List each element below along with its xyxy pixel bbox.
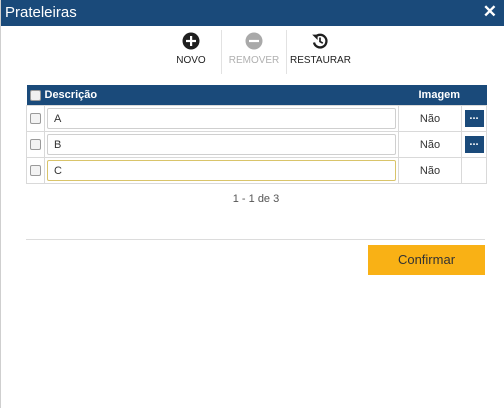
table-row: Não ... xyxy=(26,131,488,158)
minus-circle-icon xyxy=(245,32,263,50)
description-input[interactable] xyxy=(47,160,396,181)
restore-label: RESTAURAR xyxy=(290,55,351,66)
empty-button-cell xyxy=(460,157,488,184)
close-icon[interactable]: ✕ xyxy=(483,2,497,22)
divider xyxy=(26,239,485,240)
confirm-button[interactable]: Confirmar xyxy=(368,245,485,275)
select-all-checkbox[interactable] xyxy=(29,90,41,101)
image-cell: Não xyxy=(398,131,462,158)
image-options-button[interactable]: ... xyxy=(464,110,484,127)
table-header-row: Descrição Imagem xyxy=(26,85,487,106)
table-row: Não ... xyxy=(26,105,488,132)
shelves-table: Descrição Imagem Não ... Não ... Não xyxy=(26,85,488,184)
dialog-title: Prateleiras xyxy=(5,4,77,21)
row-checkbox[interactable] xyxy=(30,139,41,151)
row-checkbox[interactable] xyxy=(30,113,41,125)
row-checkbox[interactable] xyxy=(30,165,41,177)
table-row: Não xyxy=(26,157,488,184)
description-header-label: Descrição xyxy=(44,89,98,101)
plus-circle-icon xyxy=(182,32,200,50)
image-options-button[interactable]: ... xyxy=(464,136,484,153)
pagination-info: 1 - 1 de 3 xyxy=(232,193,280,205)
toolbar: NOVO REMOVER RESTAURAR xyxy=(1,30,504,76)
image-header: Imagem xyxy=(398,85,487,106)
description-header: Descrição xyxy=(26,85,399,106)
remove-label: REMOVER xyxy=(228,55,280,66)
description-input[interactable] xyxy=(47,134,396,155)
shelves-dialog: Prateleiras ✕ NOVO REMOVER RESTAURAR Des… xyxy=(0,0,504,408)
description-input[interactable] xyxy=(47,108,396,129)
toolbar-separator xyxy=(286,30,287,74)
new-label: NOVO xyxy=(176,55,206,66)
restore-button[interactable]: RESTAURAR xyxy=(290,30,351,74)
new-button[interactable]: NOVO xyxy=(167,30,215,74)
image-cell: Não xyxy=(398,157,462,184)
title-bar: Prateleiras ✕ xyxy=(1,0,504,26)
image-cell: Não xyxy=(398,105,462,132)
remove-button[interactable]: REMOVER xyxy=(227,30,281,74)
toolbar-separator xyxy=(221,30,222,74)
restore-icon xyxy=(312,33,328,49)
